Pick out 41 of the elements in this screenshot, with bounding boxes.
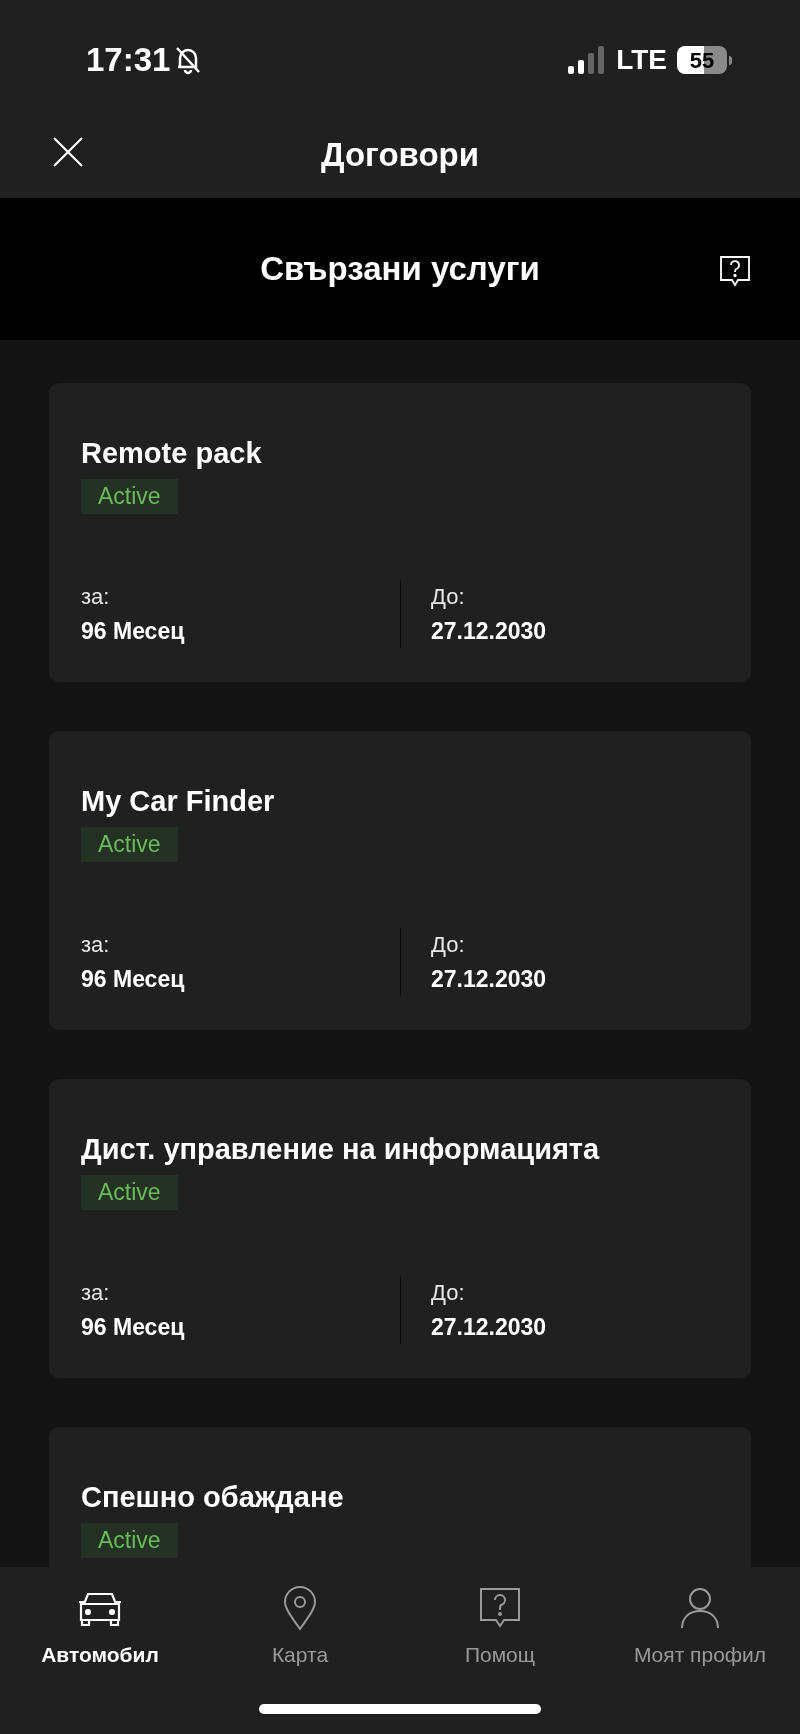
service-card[interactable]: Remote pack Active за: 96 Месец До: 27.12.2030 [49,383,751,682]
service-name: Remote pack [81,436,263,471]
tab-bar-item[interactable]: Помощ [400,1567,600,1697]
field-label: за: [81,583,111,611]
battery-indicator: 55 [677,46,732,74]
service-name: My Car Finder [81,784,276,819]
status-tag: Active [81,1175,178,1210]
location-pin-icon [282,1585,318,1631]
service-card[interactable]: Спешно обаждане Active [49,1427,751,1567]
field-value: 27.12.2030 [431,617,547,646]
help-icon [479,1587,521,1629]
close-icon [52,136,84,168]
help-icon [719,255,751,287]
tab-bar-item[interactable]: Автомобил [0,1567,200,1697]
field-label: До: [431,1279,466,1307]
field-label: за: [81,931,111,959]
field-label: До: [431,583,466,611]
field-value: 27.12.2030 [431,965,547,994]
status-tag: Active [81,827,178,862]
tab-bar-item[interactable]: Моят профил [600,1567,800,1697]
field-label: До: [431,931,466,959]
field-value: 96 Месец [81,1313,186,1342]
help-button[interactable] [718,254,752,288]
muted-bell-icon [174,45,203,75]
service-name: Спешно обаждане [81,1480,345,1515]
clock-time: 17:31 [86,40,171,81]
status-tag: Active [81,479,178,514]
signal-icon [568,46,607,74]
field-value: 96 Месец [81,617,186,646]
section-title: Свързани услуги [260,249,540,290]
service-card[interactable]: Дист. управление на информацията Active за: 96 Месец До: 27.12.2030 [49,1079,751,1378]
service-card[interactable]: My Car Finder Active за: 96 Месец До: 27.12.2030 [49,731,751,1030]
network-type: LTE [616,43,667,77]
status-tag: Active [81,1523,178,1558]
screen-title: Договори [321,135,479,176]
service-name: Дист. управление на информацията [81,1132,601,1167]
tab-bar-item[interactable]: Карта [200,1567,400,1697]
field-value: 96 Месец [81,965,186,994]
field-value: 27.12.2030 [431,1313,547,1342]
field-label: за: [81,1279,111,1307]
profile-icon [680,1587,720,1629]
